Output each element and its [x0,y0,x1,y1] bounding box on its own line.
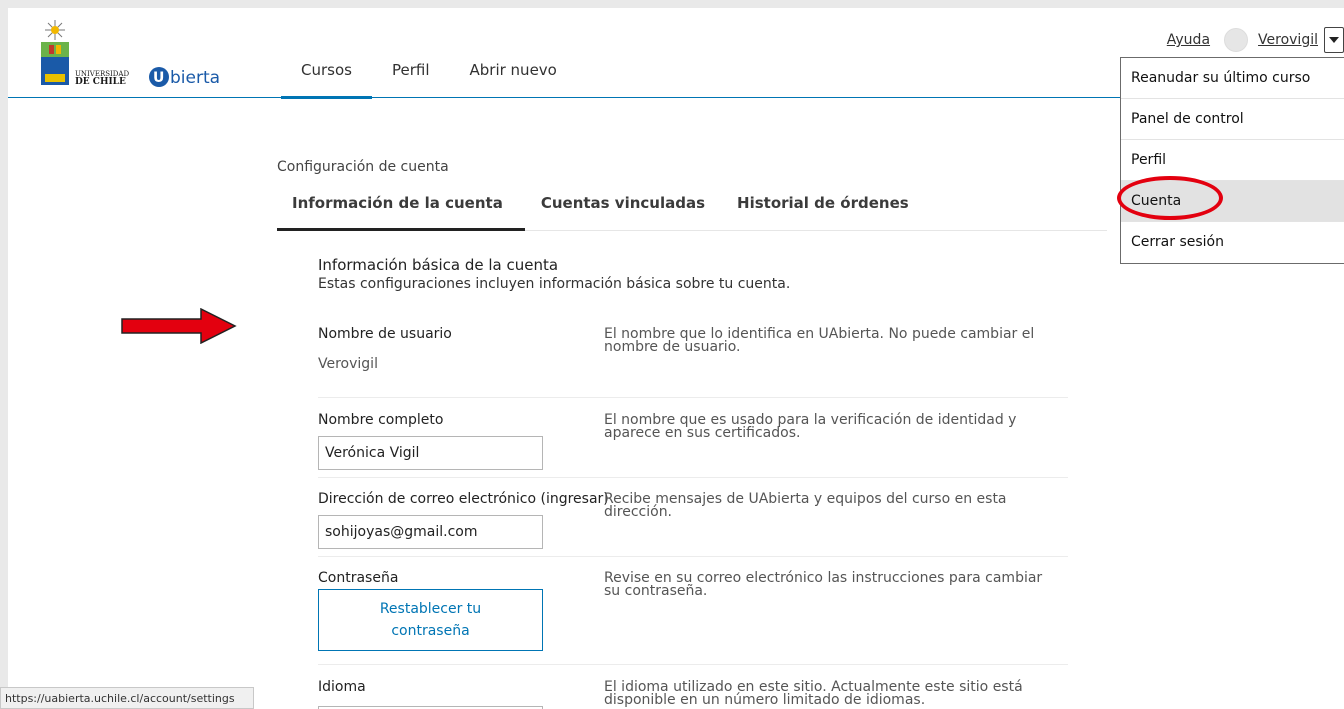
user-menu: Ayuda Verovigil [1167,26,1344,54]
section-description: Estas configuraciones incluyen informaci… [318,276,791,292]
menu-item-sign-out[interactable]: Cerrar sesión [1121,222,1344,263]
browser-status-bar: https://uabierta.uchile.cl/account/setti… [0,687,254,709]
annotation-arrow-icon [121,308,237,344]
fullname-input[interactable] [318,436,543,470]
user-dropdown-menu: Reanudar su último curso Panel de contro… [1120,57,1344,264]
tab-linked-accounts[interactable]: Cuentas vinculadas [525,188,721,230]
user-avatar[interactable] [1224,28,1249,52]
page: UNIVERSIDAD DE CHILE U bierta Cursos Per… [8,8,1344,709]
help-link[interactable]: Ayuda [1167,32,1210,48]
nav-cursos[interactable]: Cursos [281,8,372,99]
language-label: Idioma [318,679,366,695]
page-title: Configuración de cuenta [277,159,449,175]
password-label: Contraseña [318,570,399,586]
settings-tabs: Información de la cuenta Cuentas vincula… [277,188,1107,231]
nav-abrir-nuevo[interactable]: Abrir nuevo [450,8,577,98]
password-help: Revise en su correo electrónico las inst… [604,570,1043,599]
menu-item-dashboard[interactable]: Panel de control [1121,99,1344,140]
svg-text:DE CHILE: DE CHILE [75,77,126,87]
svg-text:bierta: bierta [170,68,220,88]
fullname-field-row: Nombre completo El nombre que es usado p… [318,412,1068,478]
main-nav: Cursos Perfil Abrir nuevo [281,8,577,99]
svg-text:U: U [153,70,164,86]
basic-info-section: Información básica de la cuenta Estas co… [318,256,1068,292]
language-help: El idioma utilizado en este sitio. Actua… [604,679,1023,708]
section-heading: Información básica de la cuenta [318,256,559,274]
annotation-circle [1117,176,1223,220]
language-field-row: Idioma El idioma utilizado en este sitio… [318,679,1068,709]
email-help: Recibe mensajes de UAbierta y equipos de… [604,491,1007,520]
password-field-row: Contraseña Restablecer tu contraseña Rev… [318,570,1068,665]
tab-order-history[interactable]: Historial de órdenes [721,188,925,230]
username-field-row: Nombre de usuario Verovigil El nombre qu… [318,326,1068,398]
fullname-help: El nombre que es usado para la verificac… [604,412,1017,441]
username-help: El nombre que lo identifica en UAbierta.… [604,326,1035,355]
reset-password-button[interactable]: Restablecer tu contraseña [318,589,543,651]
chevron-down-icon [1329,37,1339,43]
username-link[interactable]: Verovigil [1258,32,1318,48]
user-dropdown-toggle[interactable] [1324,27,1344,53]
email-label: Dirección de correo electrónico (ingresa… [318,491,609,507]
fullname-label: Nombre completo [318,412,444,428]
universidad-de-chile-logo[interactable]: UNIVERSIDAD DE CHILE [39,18,131,90]
username-label: Nombre de usuario [318,326,452,342]
username-value: Verovigil [318,356,378,372]
email-field-row: Dirección de correo electrónico (ingresa… [318,491,1068,557]
nav-perfil[interactable]: Perfil [372,8,450,98]
menu-item-resume-course[interactable]: Reanudar su último curso [1121,58,1344,99]
uabierta-logo[interactable]: U bierta [148,65,238,89]
email-input[interactable] [318,515,543,549]
menu-item-profile[interactable]: Perfil [1121,140,1344,181]
tab-account-info[interactable]: Información de la cuenta [277,188,525,231]
